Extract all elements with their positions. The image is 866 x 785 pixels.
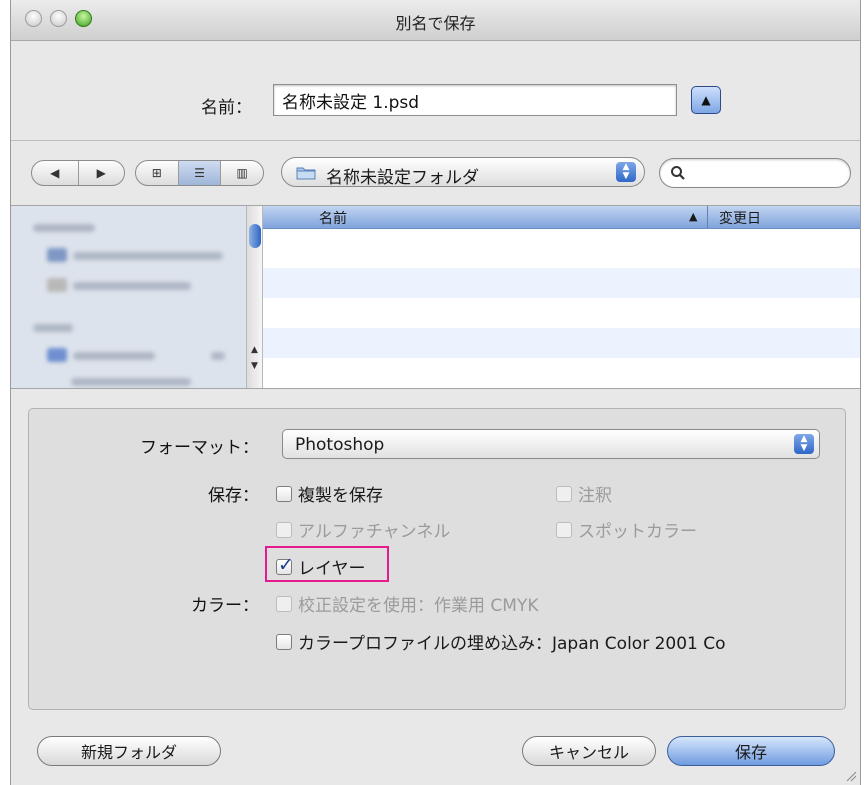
nav-segmented-control: ◀ ▶ — [31, 160, 125, 186]
resize-grip-icon[interactable] — [845, 770, 857, 782]
home-icon — [47, 348, 67, 362]
options-panel: フォーマット： Photoshop ▲ ▼ 保存： 複製を保存 注釈 アルファチャ… — [28, 408, 846, 710]
sidebar-item[interactable] — [73, 352, 155, 360]
file-browser: ▲ ▼ 名前 ▲ 変更日 — [11, 205, 860, 389]
notes-checkbox[interactable]: 注釈 — [556, 481, 612, 506]
checkbox-icon — [556, 485, 572, 502]
hard-drive-icon — [47, 278, 67, 292]
scroll-thumb[interactable] — [249, 224, 261, 248]
checkbox-icon — [276, 595, 292, 612]
list-stripe — [263, 268, 860, 298]
forward-button[interactable]: ▶ — [79, 161, 125, 185]
divider — [11, 140, 860, 141]
list-view-button[interactable]: ☰ — [178, 161, 222, 185]
checkbox-icon — [556, 521, 572, 538]
eject-icon[interactable] — [211, 352, 225, 360]
cancel-button[interactable]: キャンセル — [522, 736, 656, 766]
popup-arrows-icon: ▲ ▼ — [616, 162, 636, 182]
back-button[interactable]: ◀ — [32, 161, 79, 185]
list-stripe — [263, 328, 860, 358]
triangle-up-icon: ▲ — [701, 93, 711, 107]
icc-profile-label: カラープロファイルの埋め込み：Japan Color 2001 Co — [298, 634, 726, 654]
column-divider[interactable] — [707, 206, 708, 228]
cancel-label: キャンセル — [548, 743, 629, 762]
icon-view-button[interactable]: ⊞ — [136, 161, 179, 185]
list-icon: ☰ — [194, 166, 205, 180]
name-label: 名前： — [201, 98, 252, 118]
proof-setup-label: 校正設定を使用：作業用 CMYK — [298, 596, 539, 616]
save-options-label: 保存： — [208, 486, 259, 506]
column-view-button[interactable]: ▥ — [221, 161, 263, 185]
sidebar-item[interactable] — [71, 378, 191, 386]
new-folder-label: 新規フォルダ — [80, 743, 177, 762]
folder-popup-label: 名称未設定フォルダ — [326, 168, 479, 188]
view-segmented-control: ⊞ ☰ ▥ — [135, 160, 264, 186]
disk-icon — [47, 248, 67, 262]
folder-icon — [296, 167, 316, 180]
duplicate-checkbox[interactable]: 複製を保存 — [276, 481, 383, 506]
save-label: 保存 — [734, 743, 767, 762]
alpha-channels-checkbox[interactable]: アルファチャンネル — [276, 517, 450, 542]
column-header: 名前 ▲ 変更日 — [263, 206, 860, 229]
filename-input[interactable] — [273, 84, 677, 116]
folder-popup[interactable]: 名称未設定フォルダ ▲ ▼ — [281, 157, 645, 188]
save-as-dialog: 別名で保存 名前： ▲ ◀ ▶ ⊞ ☰ ▥ 名称未設定フォルダ ▲▼ — [10, 0, 861, 785]
format-label: フォーマット： — [140, 438, 259, 458]
highlight-box — [265, 546, 389, 582]
expand-dialog-button[interactable]: ▲ — [691, 86, 721, 114]
sidebar-heading-places — [33, 324, 73, 332]
notes-label: 注釈 — [578, 486, 612, 506]
checkbox-icon — [276, 521, 292, 538]
spot-color-checkbox[interactable]: スポットカラー — [556, 517, 697, 542]
color-label: カラー： — [191, 596, 259, 616]
format-popup[interactable]: Photoshop ▲ ▼ — [282, 429, 820, 459]
sort-ascending-icon: ▲ — [689, 210, 698, 223]
file-list[interactable]: 名前 ▲ 変更日 — [263, 206, 860, 388]
columns-icon: ▥ — [236, 166, 248, 180]
icc-profile-checkbox[interactable]: カラープロファイルの埋め込み：Japan Color 2001 Co — [276, 629, 726, 654]
column-date-header[interactable]: 変更日 — [719, 208, 761, 228]
forward-arrow-icon: ▶ — [96, 166, 106, 180]
window-title: 別名で保存 — [395, 14, 476, 33]
proof-setup-checkbox[interactable]: 校正設定を使用：作業用 CMYK — [276, 591, 538, 616]
checkbox-icon — [276, 485, 292, 502]
checkbox-icon — [276, 633, 292, 650]
sidebar[interactable] — [11, 206, 246, 388]
alpha-channels-label: アルファチャンネル — [298, 522, 451, 542]
sidebar-scrollbar[interactable]: ▲ ▼ — [246, 206, 263, 388]
save-button[interactable]: 保存 — [667, 736, 835, 766]
search-field[interactable] — [659, 158, 851, 188]
duplicate-label: 複製を保存 — [298, 486, 383, 506]
column-name-header[interactable]: 名前 — [319, 208, 347, 228]
back-arrow-icon: ◀ — [50, 166, 60, 180]
format-value: Photoshop — [295, 435, 385, 455]
scroll-down-icon[interactable]: ▼ — [247, 361, 262, 375]
grid-icon: ⊞ — [151, 166, 162, 180]
sidebar-heading-devices — [33, 224, 95, 232]
new-folder-button[interactable]: 新規フォルダ — [37, 736, 221, 766]
sidebar-item[interactable] — [73, 252, 223, 260]
search-icon — [671, 166, 685, 180]
title-bar: 別名で保存 — [11, 0, 860, 41]
popup-arrows-icon: ▲ ▼ — [794, 434, 814, 454]
sidebar-item[interactable] — [73, 282, 191, 290]
spot-color-label: スポットカラー — [578, 522, 697, 542]
scroll-up-icon[interactable]: ▲ — [247, 345, 262, 359]
